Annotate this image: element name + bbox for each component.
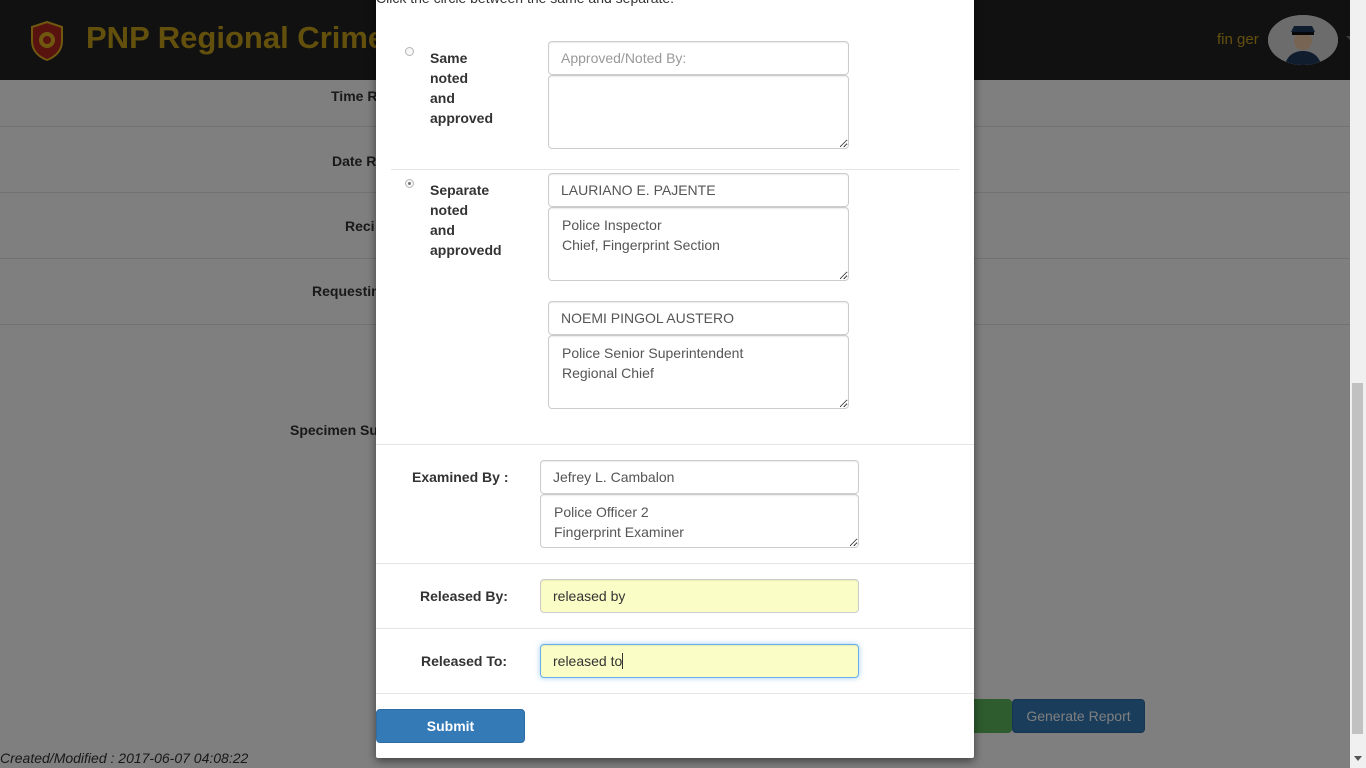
text-cursor (622, 653, 624, 669)
same-option-label: Same noted and approved (430, 50, 494, 126)
released-to-label: Released To: (421, 653, 508, 669)
noted-by-name-input[interactable] (548, 173, 849, 207)
resize-grip-icon[interactable] (840, 400, 847, 407)
noted-by-title-line1: Police Inspector (562, 217, 662, 233)
examined-by-title-line1: Police Officer 2 (554, 504, 649, 520)
noted-by-title-line2: Chief, Fingerprint Section (562, 237, 720, 253)
released-by-label: Released By: (420, 588, 508, 604)
scroll-down-arrow-icon[interactable] (1354, 756, 1362, 761)
separate-option-radio[interactable] (405, 179, 414, 188)
same-title-textarea[interactable] (548, 75, 849, 149)
same-option-radio[interactable] (405, 47, 414, 56)
released-to-value: released to (553, 653, 623, 669)
released-to-input[interactable]: released to (540, 644, 859, 678)
noted-by-title-textarea[interactable]: Police Inspector Chief, Fingerprint Sect… (548, 207, 849, 281)
approved-by-name-input[interactable] (548, 301, 849, 335)
examined-by-title-line2: Fingerprint Examiner (554, 524, 684, 540)
resize-grip-icon[interactable] (840, 140, 847, 147)
resize-grip-icon[interactable] (840, 272, 847, 279)
separate-option-label: Separate noted and approvedd (430, 182, 502, 258)
submit-button[interactable]: Submit (376, 709, 525, 743)
scrollbar-thumb[interactable] (1352, 383, 1363, 734)
report-modal: Click the circle between the same and se… (376, 0, 974, 758)
approved-by-title-textarea[interactable]: Police Senior Superintendent Regional Ch… (548, 335, 849, 409)
released-by-input[interactable] (540, 579, 859, 613)
examined-by-label: Examined By : (412, 469, 509, 485)
approved-noted-by-input[interactable] (548, 41, 849, 75)
resize-grip-icon[interactable] (850, 539, 857, 546)
approved-by-title-line1: Police Senior Superintendent (562, 345, 744, 361)
examined-by-name-input[interactable] (540, 460, 859, 494)
examined-by-title-textarea[interactable]: Police Officer 2 Fingerprint Examiner (540, 494, 859, 548)
instruction-text: Click the circle between the same and se… (376, 0, 674, 8)
approved-by-title-line2: Regional Chief (562, 365, 654, 381)
